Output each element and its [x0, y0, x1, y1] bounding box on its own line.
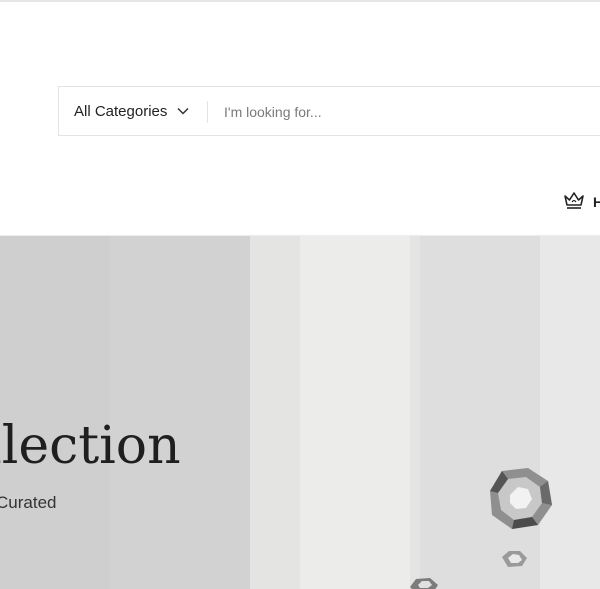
hero-subtitle: Curated — [0, 493, 57, 512]
header-account-label[interactable]: H — [593, 194, 600, 210]
search-bar: All Categories — [58, 86, 600, 137]
category-select[interactable]: All Categories — [59, 87, 207, 135]
search-input[interactable] — [222, 87, 600, 137]
hero-title: Collection — [0, 416, 181, 476]
site-header: All Categories H — [0, 2, 600, 236]
hero-banner: Collection Curated — [0, 236, 600, 589]
category-select-label: All Categories — [74, 102, 168, 120]
gemstones-image — [410, 468, 552, 589]
crown-icon[interactable] — [562, 188, 586, 212]
search-divider — [207, 101, 208, 123]
chevron-down-icon — [175, 103, 191, 119]
